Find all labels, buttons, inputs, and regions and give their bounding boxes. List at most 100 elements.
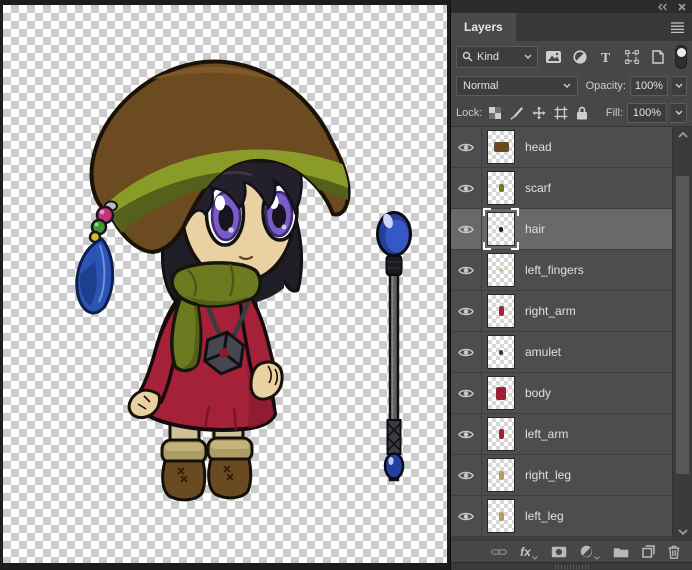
layer-thumbnail[interactable] <box>487 171 515 205</box>
chevron-down-icon <box>531 555 538 560</box>
lock-artboard-icon[interactable] <box>554 106 568 120</box>
fill-value-field[interactable]: 100% <box>627 102 667 123</box>
panel-menu-icon[interactable] <box>670 21 685 33</box>
close-panel-icon[interactable] <box>678 2 686 11</box>
layers-bottom-bar: fx <box>451 540 692 562</box>
layers-panel: Layers Kind T Normal Opacity: 100% Lock:… <box>450 0 692 570</box>
opacity-value-field[interactable]: 100% <box>629 75 668 96</box>
layer-thumbnail[interactable] <box>487 130 515 164</box>
layer-name: right_leg <box>525 468 572 482</box>
layer-list: head scarf hair left_fingers right_arm a… <box>451 126 692 540</box>
lock-transparency-icon[interactable] <box>488 106 502 120</box>
layer-name: head <box>525 140 552 154</box>
filter-shape-layers-button[interactable] <box>621 46 642 68</box>
layer-thumbnail[interactable] <box>487 458 515 492</box>
layer-thumbnail[interactable] <box>487 253 515 287</box>
filter-kind-dropdown[interactable]: Kind <box>456 45 539 68</box>
chevron-down-icon <box>524 54 532 59</box>
layer-visibility-toggle[interactable] <box>451 209 482 249</box>
layer-row[interactable]: left_leg <box>451 496 673 537</box>
filter-toggle-knob <box>676 47 686 57</box>
opacity-value: 100% <box>634 79 663 92</box>
opacity-label: Opacity: <box>585 79 626 92</box>
layer-visibility-toggle[interactable] <box>451 414 482 454</box>
layer-visibility-toggle[interactable] <box>451 291 482 331</box>
layer-visibility-toggle[interactable] <box>451 168 482 208</box>
filter-pixel-layers-button[interactable] <box>543 46 564 68</box>
layer-visibility-toggle[interactable] <box>451 455 482 495</box>
filter-toggle-switch[interactable] <box>675 44 687 69</box>
collapse-panels-icon[interactable] <box>657 3 668 11</box>
panel-resize-gripper <box>554 564 589 569</box>
layer-thumbnail[interactable] <box>487 376 515 410</box>
layer-row[interactable]: left_fingers <box>451 250 673 291</box>
lock-position-icon[interactable] <box>532 106 546 120</box>
panel-resize-strip[interactable] <box>451 562 692 570</box>
chevron-down-icon <box>563 83 571 88</box>
lock-label: Lock: <box>456 106 483 119</box>
layer-visibility-toggle[interactable] <box>451 373 482 413</box>
lock-all-icon[interactable] <box>576 106 588 120</box>
eye-icon <box>458 225 474 233</box>
scroll-up-icon[interactable] <box>678 132 688 138</box>
layer-thumbnail[interactable] <box>487 499 515 533</box>
panel-chrome <box>451 0 692 13</box>
layer-thumbnail-sprite <box>498 429 504 439</box>
chevron-down-icon <box>675 83 683 88</box>
layer-name: left_arm <box>525 427 569 441</box>
layer-row[interactable]: left_arm <box>451 414 673 455</box>
eye-icon <box>458 430 474 438</box>
delete-layer-button[interactable] <box>668 545 680 559</box>
layer-row[interactable]: right_arm <box>451 291 673 332</box>
scrollbar-thumb[interactable] <box>676 176 689 474</box>
layer-row[interactable]: hair <box>451 208 673 250</box>
new-adjustment-layer-button[interactable] <box>580 545 600 560</box>
layer-thumbnail[interactable] <box>487 335 515 369</box>
tab-layers[interactable]: Layers <box>451 13 516 41</box>
filter-kind-label: Kind <box>477 50 500 63</box>
layer-visibility-toggle[interactable] <box>451 250 482 290</box>
layer-thumbnail-sprite <box>496 386 506 400</box>
document-canvas[interactable] <box>0 0 450 570</box>
layer-visibility-toggle[interactable] <box>451 127 482 167</box>
add-layer-mask-button[interactable] <box>551 546 567 558</box>
layer-thumbnail[interactable] <box>487 417 515 451</box>
filter-type-layers-button[interactable]: T <box>595 46 616 68</box>
panel-tabbar: Layers <box>451 13 692 41</box>
fill-label: Fill: <box>605 106 623 119</box>
layer-thumbnail[interactable] <box>483 208 519 250</box>
layer-thumbnail-sprite <box>498 470 504 480</box>
opacity-dropdown-button[interactable] <box>671 75 687 96</box>
layer-visibility-toggle[interactable] <box>451 332 482 372</box>
character-art <box>75 59 351 502</box>
layer-row[interactable]: body <box>451 373 673 414</box>
link-layers-icon <box>491 548 508 555</box>
layer-thumbnail-sprite <box>498 184 504 192</box>
link-layers-button[interactable] <box>491 547 508 557</box>
new-group-button[interactable] <box>613 546 629 558</box>
type-layer-filter-icon: T <box>601 51 611 64</box>
eye-icon <box>458 348 474 356</box>
layer-thumbnail[interactable] <box>487 294 515 328</box>
layer-row[interactable]: head <box>451 127 673 168</box>
lock-row: Lock: Fill: 100% <box>451 99 692 126</box>
layer-name: left_fingers <box>525 263 584 277</box>
scroll-down-icon[interactable] <box>678 529 688 535</box>
layer-name: right_arm <box>525 304 576 318</box>
blend-mode-dropdown[interactable]: Normal <box>456 75 578 96</box>
layer-row[interactable]: amulet <box>451 332 673 373</box>
search-icon <box>462 51 473 62</box>
layer-style-button[interactable]: fx <box>520 546 538 560</box>
filter-smart-objects-button[interactable] <box>647 46 668 68</box>
layer-name: hair <box>525 222 546 236</box>
new-layer-button[interactable] <box>642 545 655 558</box>
layer-filter-row: Kind T <box>451 41 692 72</box>
layer-visibility-toggle[interactable] <box>451 496 482 536</box>
layer-name: scarf <box>525 181 552 195</box>
fill-dropdown-button[interactable] <box>671 102 687 123</box>
layer-row[interactable]: scarf <box>451 168 673 209</box>
filter-adjustment-layers-button[interactable] <box>569 46 590 68</box>
layer-list-scrollbar[interactable] <box>672 127 692 540</box>
layer-row[interactable]: right_leg <box>451 455 673 496</box>
lock-pixels-icon[interactable] <box>510 106 524 120</box>
